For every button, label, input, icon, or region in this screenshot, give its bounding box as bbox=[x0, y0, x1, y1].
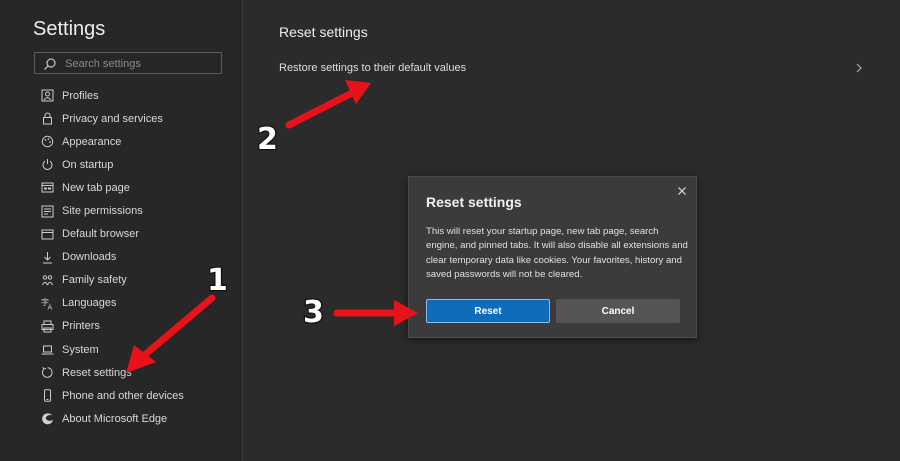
edge-icon bbox=[41, 412, 54, 425]
sidebar-item-label: Printers bbox=[62, 320, 100, 333]
search-box[interactable] bbox=[34, 52, 222, 74]
sidebar-item-label: Profiles bbox=[62, 89, 99, 102]
site-permissions-icon bbox=[41, 205, 54, 218]
chevron-right-icon bbox=[854, 63, 864, 73]
sidebar-item-about[interactable]: About Microsoft Edge bbox=[0, 407, 242, 430]
sidebar-item-label: Reset settings bbox=[62, 366, 132, 379]
restore-defaults-label: Restore settings to their default values bbox=[279, 62, 467, 74]
restore-defaults-row[interactable]: Restore settings to their default values bbox=[279, 58, 864, 78]
sidebar-item-printers[interactable]: Printers bbox=[0, 315, 242, 338]
step-3-label: 3 bbox=[303, 295, 324, 330]
arrow-step2 bbox=[285, 80, 371, 129]
reset-button[interactable]: Reset bbox=[426, 299, 550, 323]
dialog-title: Reset settings bbox=[426, 194, 522, 210]
sidebar-item-default-browser[interactable]: Default browser bbox=[0, 223, 242, 246]
sidebar-item-profiles[interactable]: Profiles bbox=[0, 84, 242, 107]
sidebar-item-label: About Microsoft Edge bbox=[62, 412, 168, 425]
dialog-message: This will reset your startup page, new t… bbox=[426, 226, 688, 281]
sidebar-item-label: Site permissions bbox=[62, 205, 143, 218]
sidebar-item-label: New tab page bbox=[62, 181, 130, 194]
sidebar-item-label: Family safety bbox=[62, 274, 127, 287]
sidebar-item-label: On startup bbox=[62, 158, 114, 171]
sidebar-item-languages[interactable]: 字A Languages bbox=[0, 292, 242, 315]
sidebar-item-appearance[interactable]: Appearance bbox=[0, 130, 242, 153]
download-icon bbox=[41, 251, 54, 264]
sidebar-item-phone[interactable]: Phone and other devices bbox=[0, 384, 242, 407]
new-tab-icon bbox=[41, 181, 54, 194]
reset-dialog: Reset settings This will reset your star… bbox=[408, 176, 697, 338]
sidebar-item-family-safety[interactable]: Family safety bbox=[0, 269, 242, 292]
sidebar-item-label: System bbox=[62, 343, 99, 356]
sidebar-title: Settings bbox=[33, 18, 106, 40]
sidebar-nav: Profiles Privacy and services Appearance… bbox=[0, 84, 242, 430]
sidebar-item-label: Privacy and services bbox=[62, 112, 163, 125]
reset-icon bbox=[41, 366, 54, 379]
family-icon bbox=[41, 274, 54, 287]
phone-icon bbox=[41, 389, 54, 402]
sidebar: Settings Profiles Privacy and services A… bbox=[0, 0, 243, 461]
palette-icon bbox=[41, 135, 54, 148]
close-icon[interactable] bbox=[676, 184, 688, 196]
languages-icon: 字A bbox=[41, 297, 54, 310]
sidebar-item-label: Languages bbox=[62, 297, 117, 310]
page-title: Reset settings bbox=[279, 24, 368, 40]
sidebar-item-label: Phone and other devices bbox=[62, 389, 184, 402]
sidebar-item-reset-settings[interactable]: Reset settings bbox=[0, 361, 242, 384]
printer-icon bbox=[41, 320, 54, 333]
step-2-label: 2 bbox=[257, 122, 278, 157]
search-icon bbox=[43, 57, 57, 71]
power-icon bbox=[41, 158, 54, 171]
sidebar-item-label: Appearance bbox=[62, 135, 122, 148]
svg-text:A: A bbox=[48, 303, 53, 310]
cancel-button[interactable]: Cancel bbox=[556, 299, 680, 323]
sidebar-item-privacy[interactable]: Privacy and services bbox=[0, 107, 242, 130]
arrow-step3 bbox=[333, 300, 418, 326]
sidebar-item-system[interactable]: System bbox=[0, 338, 242, 361]
sidebar-item-label: Default browser bbox=[62, 228, 140, 241]
sidebar-item-downloads[interactable]: Downloads bbox=[0, 246, 242, 269]
laptop-icon bbox=[41, 343, 54, 356]
search-input[interactable] bbox=[63, 55, 217, 73]
browser-icon bbox=[41, 228, 54, 241]
sidebar-item-site-permissions[interactable]: Site permissions bbox=[0, 199, 242, 222]
lock-icon bbox=[41, 112, 54, 125]
sidebar-item-startup[interactable]: On startup bbox=[0, 153, 242, 176]
profile-icon bbox=[41, 89, 54, 102]
sidebar-item-new-tab[interactable]: New tab page bbox=[0, 176, 242, 199]
sidebar-item-label: Downloads bbox=[62, 251, 117, 264]
